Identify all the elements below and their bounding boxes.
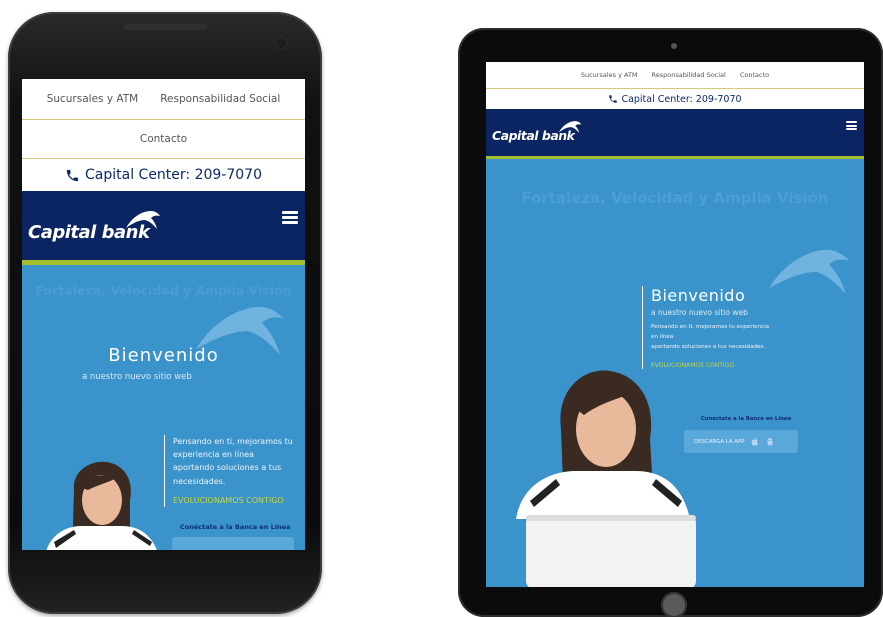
nav-link-contact[interactable]: Contacto: [140, 133, 187, 145]
bird-logo-icon: [126, 211, 160, 229]
bird-logo-icon: [558, 121, 582, 134]
woman-photo: [46, 461, 157, 550]
welcome-heading: Bienvenido: [651, 286, 746, 305]
brand-logo[interactable]: Capital bank: [492, 121, 582, 143]
hero-banner: Fortaleza, Velocidad y Amplia Visión Bie…: [486, 159, 864, 587]
top-nav: Sucursales y ATM Responsabilidad Social …: [486, 62, 864, 89]
tablet-camera: [671, 43, 677, 49]
hero-description-box: Pensando en ti, mejoramos tu experiencia…: [164, 435, 294, 507]
hero-description-line-2: en línea: [651, 333, 674, 340]
top-nav-row-2: Contacto: [22, 120, 305, 159]
woman-photo: [516, 370, 696, 587]
phone-number: Capital Center: 209-7070: [621, 93, 742, 105]
nav-link-social[interactable]: Responsabilidad Social: [160, 93, 280, 105]
phone-contact-link[interactable]: Capital Center: 209-7070: [22, 159, 305, 191]
site-header: Capital bank: [486, 109, 864, 159]
welcome-heading: Bienvenido: [108, 345, 219, 366]
welcome-subtitle: a nuestro nuevo sitio web: [82, 372, 192, 382]
nav-link-branches[interactable]: Sucursales y ATM: [47, 93, 139, 105]
online-banking-link[interactable]: Conéctate a la Banca en Línea: [180, 523, 290, 531]
hero-description-line-3: aportando soluciones a tus necesidades.: [651, 343, 766, 350]
top-nav: Sucursales y ATM Responsabilidad Social: [22, 79, 305, 120]
tablet-device: Sucursales y ATM Responsabilidad Social …: [458, 28, 883, 617]
download-app-button[interactable]: [172, 537, 294, 550]
hero-banner: Fortaleza, Velocidad y Amplia Visión Bie…: [22, 265, 305, 550]
phone-icon: [609, 95, 618, 103]
hero-slogan: EVOLUCIONAMOS CONTIGO: [173, 495, 284, 505]
tablet-home-button[interactable]: [661, 592, 687, 617]
hero-tagline: Fortaleza, Velocidad y Amplia Visión: [521, 189, 829, 207]
hero-tagline: Fortaleza, Velocidad y Amplia Visión: [35, 283, 292, 298]
hero-text-column: Bienvenido a nuestro nuevo sitio web Pen…: [642, 286, 792, 370]
brand-logo[interactable]: Capital bank: [28, 211, 160, 243]
menu-hamburger-icon[interactable]: [846, 121, 857, 130]
phone-contact-link[interactable]: Capital Center: 209-7070: [486, 89, 864, 109]
menu-hamburger-icon[interactable]: [282, 211, 298, 224]
tablet-screen: Sucursales y ATM Responsabilidad Social …: [486, 62, 864, 587]
phone-screen: Sucursales y ATM Responsabilidad Social …: [22, 79, 305, 550]
hero-description-line-1: Pensando en ti, mejoramos tu experiencia: [651, 324, 770, 330]
welcome-subtitle: a nuestro nuevo sitio web: [651, 308, 748, 317]
phone-number: Capital Center: 209-7070: [85, 167, 262, 183]
phone-device: Sucursales y ATM Responsabilidad Social …: [8, 12, 322, 614]
site-header: Capital bank: [22, 191, 305, 265]
hero-description: Pensando en ti, mejoramos tu experiencia…: [173, 437, 293, 486]
nav-link-contact[interactable]: Contacto: [740, 71, 769, 79]
online-banking-link[interactable]: Conéctate a la Banca en Línea: [701, 416, 791, 422]
android-icon: [767, 438, 773, 446]
nav-link-social[interactable]: Responsabilidad Social: [652, 71, 726, 79]
phone-speaker: [123, 24, 207, 30]
nav-link-branches[interactable]: Sucursales y ATM: [581, 71, 638, 79]
phone-camera: [276, 38, 286, 48]
hero-description: Pensando en ti, mejoramos tu experiencia…: [651, 323, 792, 352]
phone-icon: [66, 169, 79, 181]
apple-icon: [752, 437, 759, 446]
